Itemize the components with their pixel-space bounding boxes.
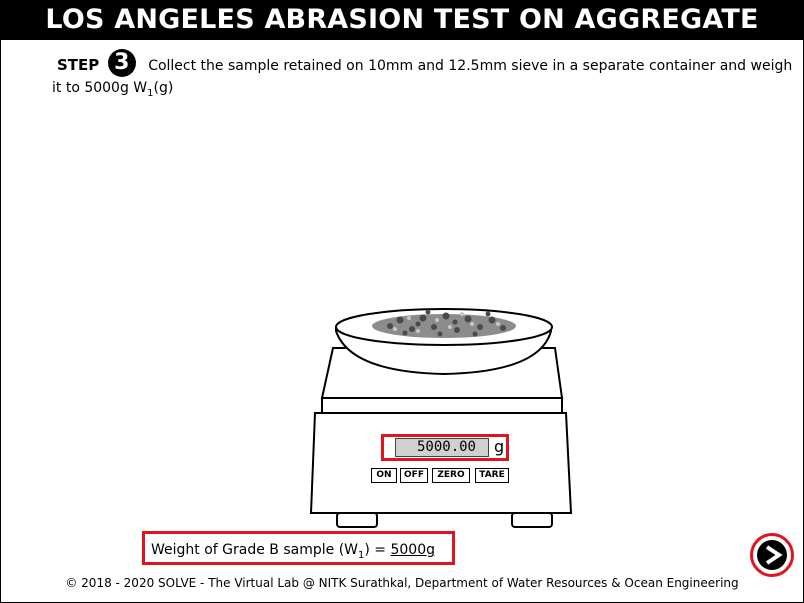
next-button[interactable] (750, 533, 794, 577)
result-value: 5000g (390, 542, 435, 558)
chevron-right-icon (765, 545, 783, 565)
scale-zero-button[interactable]: ZERO (432, 468, 470, 483)
weighing-scale (309, 308, 573, 528)
scale-off-button[interactable]: OFF (400, 468, 428, 483)
scale-on-button[interactable]: ON (371, 468, 397, 483)
scale-tare-button[interactable]: TARE (475, 468, 509, 483)
scale-display: 5000.00 (395, 438, 489, 457)
scale-feet (336, 512, 553, 528)
result-text: Weight of Grade B sample (W1) = 5000g (151, 542, 435, 561)
scale-base (309, 412, 573, 514)
footer-copyright: © 2018 - 2020 SOLVE - The Virtual Lab @ … (65, 576, 739, 590)
scale-unit: g (494, 437, 505, 456)
result-label: Weight of Grade B sample (W (151, 542, 359, 558)
scale-plate-rim (321, 397, 563, 414)
next-button-circle (757, 540, 787, 570)
result-label-end: ) = (364, 542, 391, 558)
